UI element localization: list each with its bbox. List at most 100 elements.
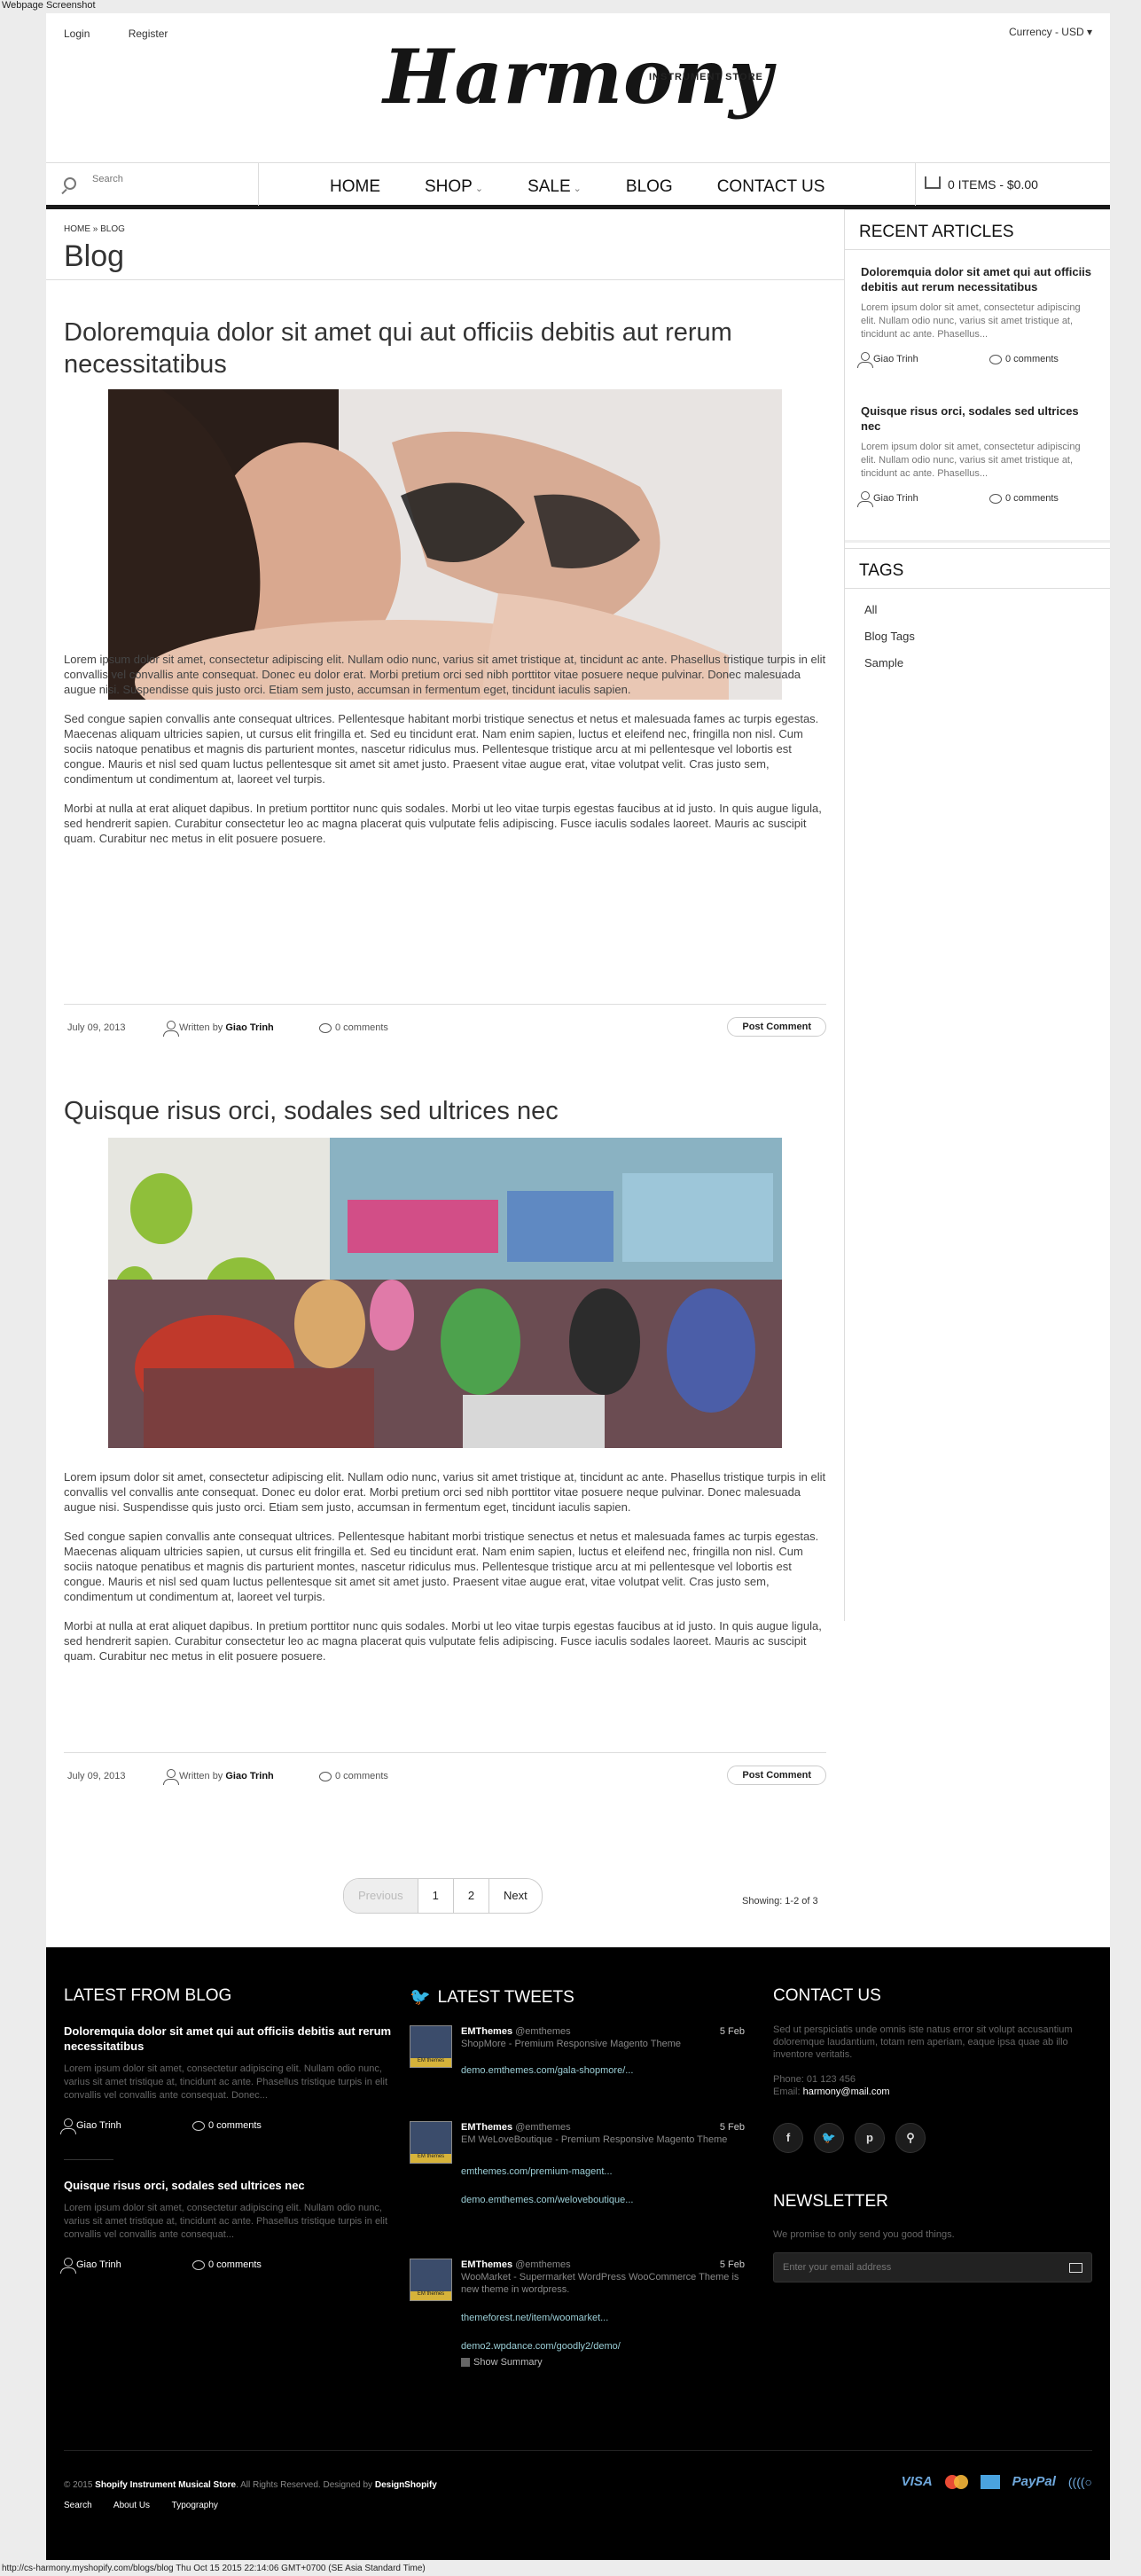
footer-blog-title[interactable]: Quisque risus orci, sodales sed ultrices… xyxy=(64,2178,392,2193)
twitter-icon: 🐦 xyxy=(410,1988,431,2007)
user-icon xyxy=(857,352,873,369)
designer-link[interactable]: DesignShopify xyxy=(375,2480,437,2490)
blog-post: Doloremquia dolor sit amet qui aut offic… xyxy=(64,317,826,1070)
divider xyxy=(46,279,844,280)
footer-latest-tweets: 🐦 LATEST TWEETS EM themes EMThemes @emthe… xyxy=(410,1986,746,2383)
pagination-page-1[interactable]: 1 xyxy=(418,1879,454,1913)
mastercard-icon xyxy=(944,2474,968,2489)
post-title[interactable]: Doloremquia dolor sit amet qui aut offic… xyxy=(64,317,826,381)
tags-heading: TAGS xyxy=(845,548,1110,589)
mail-icon[interactable] xyxy=(1069,2263,1082,2273)
facebook-icon[interactable]: f xyxy=(773,2123,803,2153)
nav-blog[interactable]: BLOG xyxy=(626,177,673,197)
register-link[interactable]: Register xyxy=(129,27,168,40)
pagination-previous[interactable]: Previous xyxy=(344,1879,418,1913)
divider xyxy=(64,2450,1092,2451)
post-paragraph: Lorem ipsum dolor sit amet, consectetur … xyxy=(64,653,826,696)
page: Login Register Currency - USD ▾ Harmony … xyxy=(46,13,1110,2560)
tweet-avatar[interactable]: EM themes xyxy=(410,2259,452,2301)
footer-link-typography[interactable]: Typography xyxy=(172,2501,218,2510)
tweet-author[interactable]: EMThemes xyxy=(461,2026,512,2037)
tweet-text: WooMarket - Supermarket WordPress WooCom… xyxy=(461,2272,739,2295)
footer-blog-title[interactable]: Doloremquia dolor sit amet qui aut offic… xyxy=(64,2024,392,2054)
post-image[interactable] xyxy=(108,1138,782,1448)
breadcrumb[interactable]: HOME » BLOG xyxy=(64,224,853,234)
post-comment-button[interactable]: Post Comment xyxy=(727,1017,826,1037)
status-bar: http://cs-harmony.myshopify.com/blogs/bl… xyxy=(2,2564,426,2573)
post-body: Lorem ipsum dolor sit amet, consectetur … xyxy=(64,652,826,860)
tag-blog-tags[interactable]: Blog Tags xyxy=(864,630,1090,643)
footer-blog-author[interactable]: Giao Trinh xyxy=(60,2258,121,2275)
search-input[interactable] xyxy=(92,174,243,184)
tag-all[interactable]: All xyxy=(864,603,1090,616)
login-link[interactable]: Login xyxy=(64,27,90,40)
author-name: Giao Trinh xyxy=(76,2259,121,2270)
comments-count: 0 comments xyxy=(335,1771,388,1781)
nav-shop[interactable]: SHOP ⌄ xyxy=(425,177,483,197)
post-paragraph: Morbi at nulla at erat aliquet dapibus. … xyxy=(64,1619,822,1663)
footer-blog-comments[interactable]: 0 comments xyxy=(192,2259,262,2270)
recent-article-title[interactable]: Quisque risus orci, sodales sed ultrices… xyxy=(861,403,1094,434)
newsletter-text: We promise to only send you good things. xyxy=(773,2229,955,2240)
tag-sample[interactable]: Sample xyxy=(864,656,1090,669)
contact-email: Email: harmony@mail.com xyxy=(773,2086,1101,2098)
twitter-icon[interactable]: 🐦 xyxy=(814,2123,844,2153)
post-author: Written by Giao Trinh xyxy=(163,1769,274,1786)
comments-count: 0 comments xyxy=(208,2120,262,2131)
tweet-avatar[interactable]: EM themes xyxy=(410,2025,452,2068)
comment-icon xyxy=(192,2259,205,2270)
blog-post: Quisque risus orci, sodales sed ultrices… xyxy=(64,1095,826,1849)
store-link[interactable]: Shopify Instrument Musical Store xyxy=(95,2480,236,2490)
cart-button[interactable]: 0 ITEMS - $0.00 xyxy=(915,163,1110,206)
newsletter-email-input[interactable] xyxy=(783,2262,1049,2273)
logo[interactable]: Harmony INSTRUMENT STORE xyxy=(46,40,1110,114)
nav-home[interactable]: HOME xyxy=(330,177,380,197)
written-by-label: Written by xyxy=(179,1022,226,1033)
recent-article-comments[interactable]: 0 comments xyxy=(989,354,1059,364)
cart-icon xyxy=(925,176,941,189)
pagination-next[interactable]: Next xyxy=(489,1879,542,1913)
post-title[interactable]: Quisque risus orci, sodales sed ultrices… xyxy=(64,1095,826,1127)
nav-contact[interactable]: CONTACT US xyxy=(717,177,825,197)
rss-icon[interactable]: ⚲ xyxy=(895,2123,926,2153)
email-link[interactable]: harmony@mail.com xyxy=(803,2087,890,2097)
tweet-link[interactable]: demo.emthemes.com/weloveboutique... xyxy=(461,2194,745,2206)
recent-article: Doloremquia dolor sit amet qui aut offic… xyxy=(845,250,1110,373)
header: Login Register Currency - USD ▾ Harmony … xyxy=(46,13,1110,162)
tweet-link[interactable]: themeforest.net/item/woomarket... xyxy=(461,2312,745,2324)
footer-link-about[interactable]: About Us xyxy=(113,2501,150,2510)
author-name[interactable]: Giao Trinh xyxy=(225,1022,273,1033)
footer-tweets-heading: 🐦 LATEST TWEETS xyxy=(410,1986,746,2008)
author-name[interactable]: Giao Trinh xyxy=(225,1771,273,1781)
recent-article-author[interactable]: Giao Trinh xyxy=(857,491,918,508)
pinterest-icon[interactable]: p xyxy=(855,2123,885,2153)
tweet-author[interactable]: EMThemes xyxy=(461,2259,512,2270)
tweet-link[interactable]: emthemes.com/premium-magent... xyxy=(461,2165,745,2178)
search-icon[interactable] xyxy=(64,177,76,190)
footer-latest-blog: LATEST FROM BLOG Doloremquia dolor sit a… xyxy=(60,1986,392,2277)
tweet-body: EMThemes @emthemes 5 Feb WooMarket - Sup… xyxy=(461,2259,745,2369)
tweet: EM themes EMThemes @emthemes 5 Feb WooMa… xyxy=(410,2259,746,2383)
currency-select[interactable]: Currency - USD ▾ xyxy=(1009,26,1092,38)
newsletter-heading: NEWSLETTER xyxy=(773,2192,888,2211)
post-paragraph: Sed congue sapien convallis ante consequ… xyxy=(64,1530,819,1603)
recent-article-comments[interactable]: 0 comments xyxy=(989,493,1059,504)
footer-blog-comments[interactable]: 0 comments xyxy=(192,2120,262,2131)
recent-article-title[interactable]: Doloremquia dolor sit amet qui aut offic… xyxy=(861,264,1094,294)
footer-blog-author[interactable]: Giao Trinh xyxy=(60,2118,121,2135)
comment-icon xyxy=(192,2120,205,2131)
tweet-author[interactable]: EMThemes xyxy=(461,2122,512,2133)
pagination-page-2[interactable]: 2 xyxy=(454,1879,490,1913)
footer-link-search[interactable]: Search xyxy=(64,2501,92,2510)
tweet-avatar[interactable]: EM themes xyxy=(410,2121,452,2164)
chevron-down-icon: ⌄ xyxy=(474,184,484,194)
tweet-link[interactable]: demo2.wpdance.com/goodly2/demo/ xyxy=(461,2340,745,2353)
nav-sale[interactable]: SALE ⌄ xyxy=(528,177,582,197)
post-comments[interactable]: 0 comments xyxy=(319,1022,388,1033)
post-comment-button[interactable]: Post Comment xyxy=(727,1766,826,1785)
cart-summary: 0 ITEMS - $0.00 xyxy=(948,177,1038,192)
recent-article-author[interactable]: Giao Trinh xyxy=(857,352,918,369)
tweet-link[interactable]: demo.emthemes.com/gala-shopmore/... xyxy=(461,2064,745,2077)
show-summary[interactable]: Show Summary xyxy=(461,2356,745,2369)
post-comments[interactable]: 0 comments xyxy=(319,1771,388,1781)
